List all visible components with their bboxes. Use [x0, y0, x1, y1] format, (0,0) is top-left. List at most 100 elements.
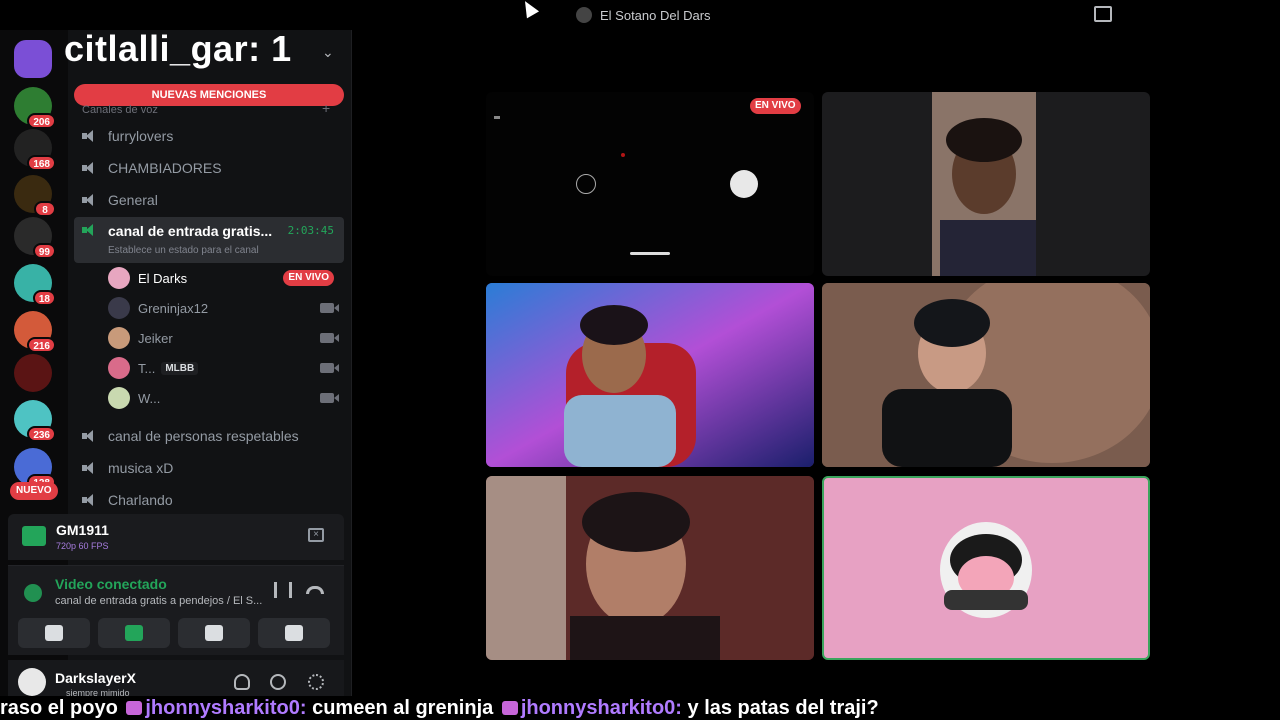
- video-feed: [486, 283, 814, 467]
- video-tile-user-3[interactable]: [486, 283, 814, 467]
- member-name: El Darks: [138, 270, 188, 286]
- voice-member[interactable]: T... MLBB: [108, 355, 344, 381]
- camera-off-icon: [45, 625, 63, 641]
- activities-button[interactable]: [178, 618, 250, 648]
- video-tile-phone-stream[interactable]: [486, 92, 814, 276]
- video-tile-user-2[interactable]: [822, 92, 1150, 276]
- voice-channel-label: furrylovers: [108, 128, 174, 144]
- speaker-icon: [82, 223, 100, 237]
- server-icon-6[interactable]: 18: [14, 264, 56, 306]
- server-icon-4[interactable]: 8: [14, 175, 56, 217]
- speaker-icon: [82, 129, 100, 143]
- server-title: El Sotano Del Dars: [600, 7, 711, 23]
- voice-channel-label: Charlando: [108, 492, 173, 508]
- video-tile-user-4[interactable]: [822, 283, 1150, 467]
- unread-badge: 236: [27, 426, 56, 442]
- voice-channel-bottom-2[interactable]: Charlando: [74, 485, 344, 515]
- inbox-icon[interactable]: [1094, 6, 1112, 22]
- server-icon-7[interactable]: 216: [14, 311, 56, 353]
- member-name: Jeiker: [138, 330, 173, 346]
- voice-member[interactable]: Greninjax12: [108, 295, 344, 321]
- server-icon-8[interactable]: [14, 354, 52, 392]
- new-badge[interactable]: NUEVO: [10, 482, 58, 500]
- avatar: [108, 297, 130, 319]
- live-badge: EN VIVO: [750, 98, 801, 114]
- user-name[interactable]: DarkslayerX: [55, 670, 136, 686]
- ticker-message: raso el poyo: [0, 697, 124, 719]
- video-feed: [486, 476, 814, 660]
- disconnect-icon[interactable]: [306, 586, 324, 594]
- voice-channel-label: canal de personas respetables: [108, 428, 299, 444]
- server-icon: [576, 7, 592, 23]
- speaker-icon: [82, 429, 100, 443]
- avatar: [108, 357, 130, 379]
- voice-status-title[interactable]: Video conectado: [55, 576, 167, 592]
- voice-member[interactable]: Jeiker: [108, 325, 344, 351]
- home-indicator: [630, 252, 670, 255]
- server-icon-9[interactable]: 236: [14, 400, 56, 442]
- video-camera-icon: [320, 363, 339, 373]
- phone-camera-preview: [486, 92, 814, 276]
- unread-badge: 8: [34, 201, 56, 217]
- member-name: Greninjax12: [138, 300, 209, 316]
- member-name: W...: [138, 390, 161, 406]
- add-channel-icon[interactable]: +: [322, 100, 330, 116]
- voice-channel-active[interactable]: canal de entrada gratis... 2:03:45 Estab…: [74, 217, 344, 263]
- voice-channel-bottom-0[interactable]: canal de personas respetables: [74, 421, 344, 451]
- headphones-icon[interactable]: [270, 674, 286, 690]
- voice-member[interactable]: W...: [108, 385, 344, 411]
- video-tile-el-darks-speaking[interactable]: [822, 476, 1150, 660]
- screen-share-button[interactable]: [98, 618, 170, 648]
- video-camera-icon: [320, 393, 339, 403]
- active-channel-name: canal de entrada gratis...: [108, 223, 273, 239]
- stop-stream-icon[interactable]: ×: [308, 528, 324, 542]
- voice-connected-panel: Video conectado canal de entrada gratis …: [8, 565, 344, 655]
- avatar: [108, 267, 130, 289]
- game-tag: MLBB: [161, 361, 199, 375]
- activities-icon: [205, 625, 223, 641]
- ticker-message: cumeen al greninja: [306, 697, 499, 719]
- voice-channel-top-2[interactable]: General: [74, 185, 344, 215]
- video-tile-user-5[interactable]: [486, 476, 814, 660]
- unread-badge: 18: [32, 290, 56, 306]
- voice-member[interactable]: El Darks EN VIVO: [108, 265, 344, 291]
- chat-ticker: raso el poyo jhonnysharkito0: cumeen al …: [0, 696, 1280, 720]
- stream-panel: GM1911 720p 60 FPS ×: [8, 514, 344, 560]
- ticker-message: y las patas del traji?: [681, 697, 879, 719]
- heart-badge-icon: [126, 701, 143, 715]
- voice-status-subtitle: canal de entrada gratis a pendejos / El …: [55, 595, 263, 607]
- video-feed: [822, 283, 1150, 467]
- avatar[interactable]: [18, 668, 46, 696]
- video-camera-icon: [320, 333, 339, 343]
- voice-category-label[interactable]: Canales de voz: [82, 104, 158, 116]
- server-icon-5[interactable]: 99: [14, 217, 56, 259]
- chevron-down-icon[interactable]: ⌄: [322, 44, 334, 61]
- new-mentions-button[interactable]: NUEVAS MENCIONES: [74, 84, 344, 106]
- server-icon-1[interactable]: [14, 40, 52, 78]
- avatar: [108, 387, 130, 409]
- avatar: [108, 327, 130, 349]
- voice-channel-top-1[interactable]: CHAMBIADORES: [74, 153, 344, 183]
- member-name: T...: [138, 360, 156, 376]
- camera-toggle-button[interactable]: [18, 618, 90, 648]
- soundboard-button[interactable]: [258, 618, 330, 648]
- unread-badge: 216: [27, 337, 56, 353]
- video-feed: [932, 92, 1036, 276]
- unread-badge: 206: [27, 113, 56, 129]
- server-icon-2[interactable]: 206: [14, 87, 56, 129]
- voice-channel-bottom-1[interactable]: musica xD: [74, 453, 344, 483]
- voice-channel-top-0[interactable]: furrylovers: [74, 121, 344, 151]
- monitor-icon: [22, 526, 46, 546]
- soundwave-icon[interactable]: [274, 582, 292, 598]
- voice-channel-label: CHAMBIADORES: [108, 160, 222, 176]
- microphone-icon[interactable]: [234, 674, 250, 690]
- gear-icon[interactable]: [308, 674, 324, 690]
- stream-quality: 720p 60 FPS: [56, 541, 109, 551]
- server-icon-10[interactable]: 128: [14, 448, 56, 490]
- user-panel: DarkslayerX siempre mimido: [8, 660, 344, 700]
- server-icon-3[interactable]: 168: [14, 129, 56, 171]
- channel-timer: 2:03:45: [287, 224, 334, 237]
- channel-status[interactable]: Establece un estado para el canal: [108, 245, 259, 256]
- signal-icon[interactable]: [24, 584, 42, 602]
- screen-share-icon: [125, 625, 143, 641]
